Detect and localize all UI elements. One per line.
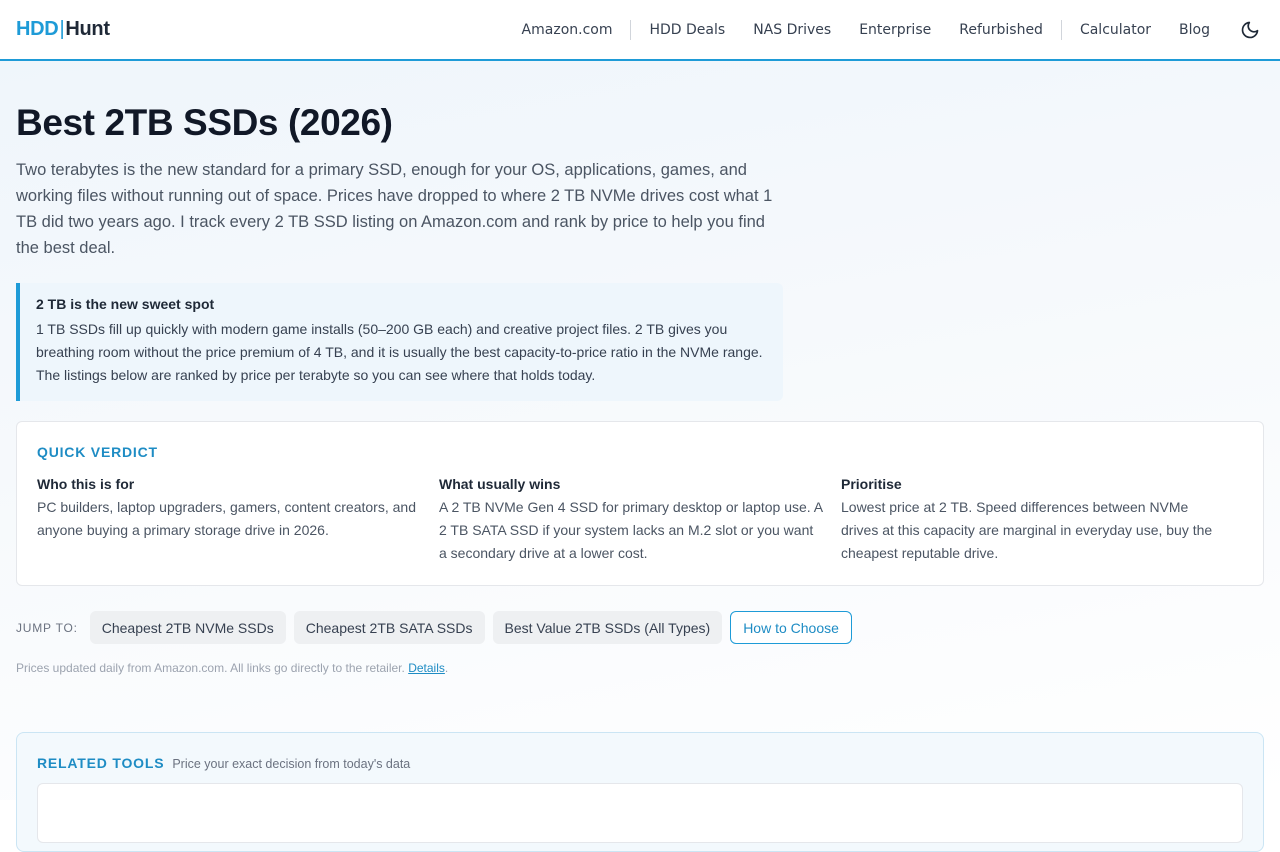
related-tools-title: RELATED TOOLS: [37, 755, 165, 771]
nav-refurbished[interactable]: Refurbished: [945, 22, 1057, 38]
nav-amazon[interactable]: Amazon.com: [508, 22, 627, 38]
related-tool-card[interactable]: [37, 783, 1243, 843]
related-tools-section: RELATED TOOLS Price your exact decision …: [16, 732, 1264, 852]
details-link[interactable]: Details: [408, 661, 445, 675]
nav-blog[interactable]: Blog: [1165, 22, 1224, 38]
verdict-col-body: PC builders, laptop upgraders, gamers, c…: [37, 499, 416, 538]
site-logo[interactable]: HDD | Hunt: [16, 18, 110, 41]
callout-title: 2 TB is the new sweet spot: [36, 296, 215, 312]
quick-verdict-card: QUICK VERDICT Who this is for PC builder…: [16, 421, 1264, 586]
logo-separator: |: [59, 18, 65, 40]
moon-icon: [1241, 21, 1259, 38]
price-update-end: .: [444, 661, 449, 675]
verdict-col-prioritise: Prioritise Lowest price at 2 TB. Speed d…: [841, 476, 1243, 565]
price-update-text: Prices updated daily from Amazon.com. Al…: [16, 661, 409, 675]
jump-chip-sata[interactable]: Cheapest 2TB SATA SSDs: [293, 611, 485, 644]
logo-hdd: HDD: [16, 18, 59, 40]
verdict-col-wins: What usually wins A 2 TB NVMe Gen 4 SSD …: [439, 476, 841, 565]
intro-paragraph: Two terabytes is the new standard for a …: [16, 161, 773, 257]
verdict-col-body: Lowest price at 2 TB. Speed differences …: [841, 499, 1213, 561]
nav-enterprise[interactable]: Enterprise: [845, 22, 945, 38]
related-tools-header: RELATED TOOLS Price your exact decision …: [37, 755, 1243, 771]
verdict-col-who: Who this is for PC builders, laptop upgr…: [37, 476, 439, 565]
verdict-heading: QUICK VERDICT: [37, 444, 158, 460]
verdict-col-title: Prioritise: [841, 476, 902, 492]
verdict-col-title: Who this is for: [37, 476, 135, 492]
verdict-col-body: A 2 TB NVMe Gen 4 SSD for primary deskto…: [439, 499, 823, 561]
theme-toggle-button[interactable]: [1236, 16, 1264, 44]
related-tools-subtitle: Price your exact decision from today's d…: [172, 757, 411, 771]
site-header: HDD | Hunt Amazon.com HDD Deals NAS Driv…: [0, 0, 1280, 61]
page-title: Best 2TB SSDs (2026): [16, 102, 393, 143]
jump-to-bar: JUMP TO: Cheapest 2TB NVMe SSDs Cheapest…: [16, 611, 1264, 644]
main-nav: Amazon.com HDD Deals NAS Drives Enterpri…: [508, 0, 1264, 59]
callout-box: 2 TB is the new sweet spot 1 TB SSDs fil…: [16, 283, 783, 401]
nav-divider: [630, 19, 632, 40]
verdict-col-title: What usually wins: [439, 476, 561, 492]
jump-to-label: JUMP TO:: [16, 620, 78, 635]
main-content: Best 2TB SSDs (2026) Two terabytes is th…: [16, 61, 1264, 852]
verdict-columns: Who this is for PC builders, laptop upgr…: [37, 476, 1243, 565]
nav-nas-drives[interactable]: NAS Drives: [739, 22, 845, 38]
nav-hdd-deals[interactable]: HDD Deals: [635, 22, 739, 38]
price-update-note: Prices updated daily from Amazon.com. Al…: [16, 661, 1264, 675]
logo-hunt: Hunt: [65, 18, 110, 40]
nav-calculator[interactable]: Calculator: [1066, 22, 1165, 38]
nav-divider: [1060, 19, 1062, 40]
callout-body: 1 TB SSDs fill up quickly with modern ga…: [36, 321, 763, 383]
jump-chip-best-value[interactable]: Best Value 2TB SSDs (All Types): [492, 611, 723, 644]
jump-chip-how-to-choose[interactable]: How to Choose: [730, 611, 852, 644]
jump-chip-nvme[interactable]: Cheapest 2TB NVMe SSDs: [89, 611, 286, 644]
